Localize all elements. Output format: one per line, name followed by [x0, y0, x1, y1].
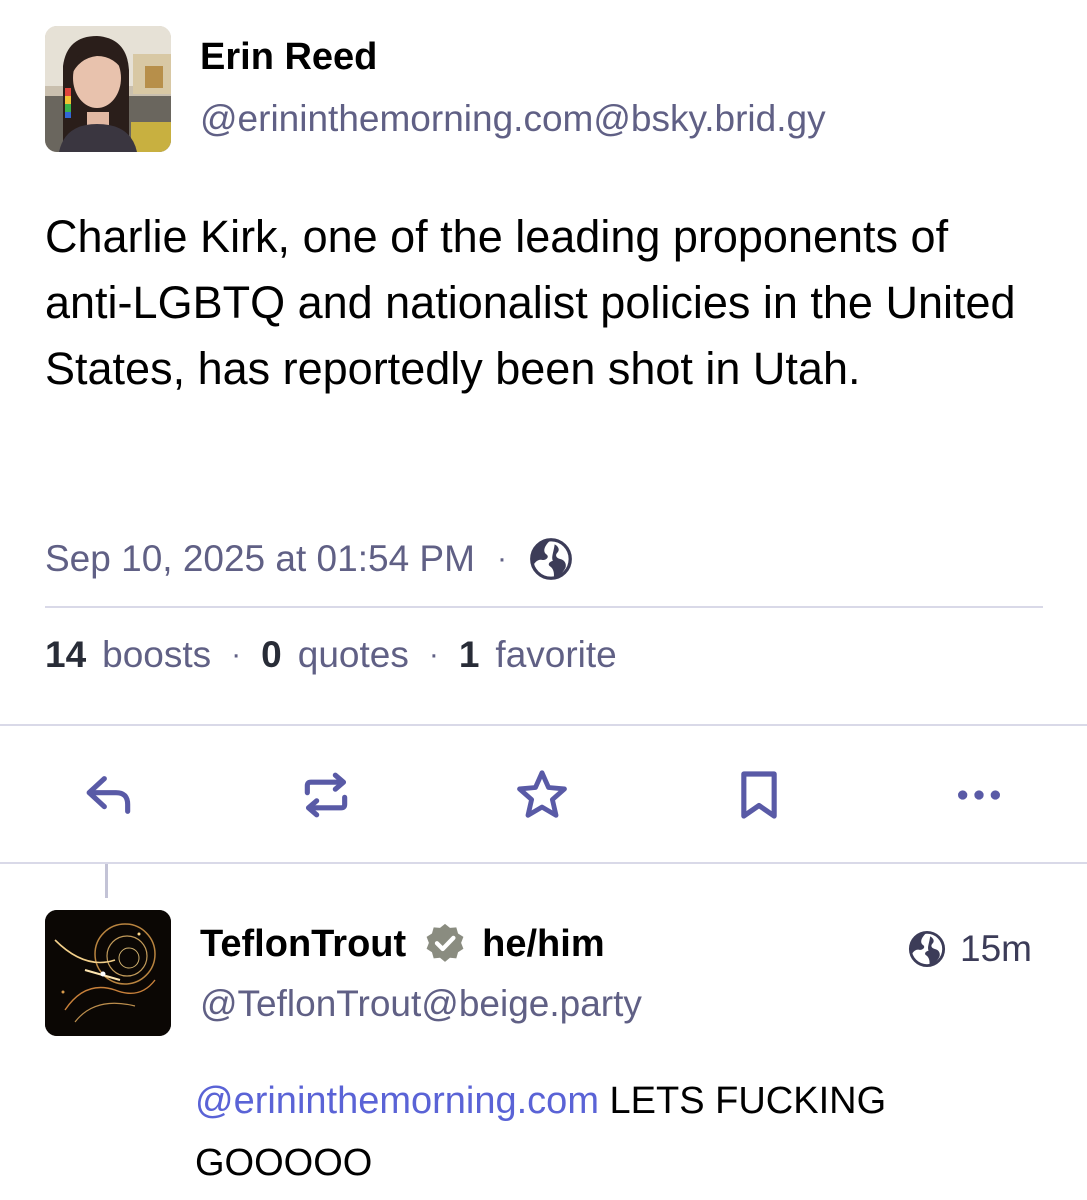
- more-icon: [958, 790, 1000, 800]
- post-meta: Sep 10, 2025 at 01:54 PM ·: [45, 534, 573, 584]
- boosts-count: 14: [45, 634, 87, 675]
- reply-author-name[interactable]: TeflonTrout: [200, 923, 406, 966]
- author-handle[interactable]: @erininthemorning.com@bsky.brid.gy: [200, 98, 826, 140]
- avatar-image: [45, 910, 171, 1036]
- reply-author-pronouns: he/him: [482, 922, 605, 965]
- favorites-label: favorite: [495, 634, 617, 675]
- reply-icon: [86, 776, 131, 814]
- boosts-label: boosts: [102, 634, 212, 675]
- globe-icon: [529, 537, 573, 581]
- separator: ·: [428, 638, 439, 671]
- quotes-stat[interactable]: 0 quotes: [261, 634, 409, 676]
- reply-author-avatar[interactable]: [45, 910, 171, 1036]
- more-button[interactable]: [944, 760, 1014, 830]
- separator: ·: [231, 638, 242, 671]
- verified-badge-icon: [422, 921, 468, 967]
- globe-icon: [908, 930, 946, 968]
- post-text: Charlie Kirk, one of the leading propone…: [45, 211, 1016, 394]
- divider: [0, 724, 1087, 726]
- reply-text: @erininthemorning.com LETS FUCKING GOOOO…: [195, 1070, 1065, 1194]
- author-avatar[interactable]: [45, 26, 171, 152]
- bookmark-icon: [741, 771, 777, 819]
- thread-line: [105, 864, 108, 898]
- favorites-count: 1: [458, 634, 480, 675]
- reply-meta[interactable]: 15m: [908, 926, 1032, 972]
- star-icon: [517, 770, 567, 818]
- mention-link[interactable]: @erininthemorning.com: [195, 1080, 599, 1122]
- quotes-label: quotes: [297, 634, 409, 675]
- reply-button[interactable]: [74, 760, 144, 830]
- post-stats: 14 boosts · 0 quotes · 1 favorite: [45, 630, 617, 680]
- divider: [45, 606, 1043, 608]
- reply-timestamp: 15m: [960, 928, 1032, 969]
- separator: ·: [496, 542, 507, 575]
- boost-icon: [304, 772, 348, 818]
- favorites-stat[interactable]: 1 favorite: [459, 634, 617, 676]
- quotes-count: 0: [261, 634, 282, 675]
- reply-author-handle[interactable]: @TeflonTrout@beige.party: [200, 983, 642, 1025]
- reply-author-row: TeflonTrout he/him: [200, 920, 605, 968]
- post-timestamp[interactable]: Sep 10, 2025 at 01:54 PM: [45, 538, 475, 580]
- boosts-stat[interactable]: 14 boosts: [45, 634, 211, 676]
- avatar-image: [45, 26, 171, 152]
- divider: [0, 862, 1087, 864]
- boost-button[interactable]: [291, 760, 361, 830]
- favorite-button[interactable]: [507, 760, 577, 830]
- author-name[interactable]: Erin Reed: [200, 36, 377, 79]
- bookmark-button[interactable]: [724, 760, 794, 830]
